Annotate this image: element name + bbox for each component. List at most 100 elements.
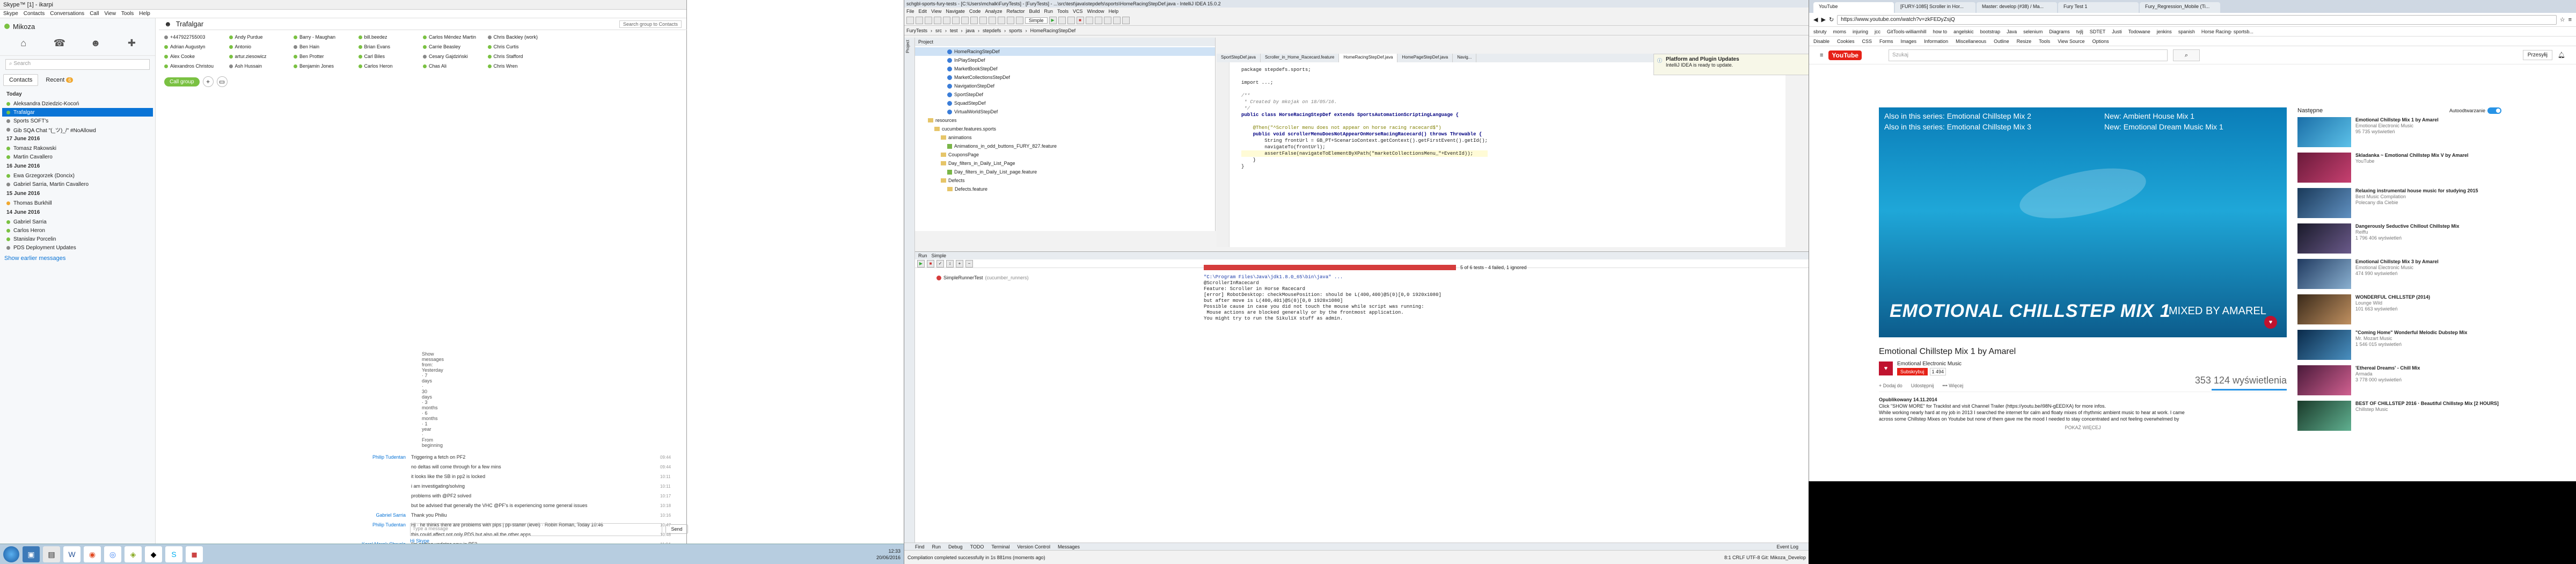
- participant-item[interactable]: Carrie Beasley: [423, 43, 488, 50]
- browser-tab[interactable]: Fury Test 1: [2058, 2, 2139, 13]
- cut-icon[interactable]: [952, 16, 960, 24]
- run-configuration-select[interactable]: Simple: [1025, 17, 1048, 24]
- forward-icon[interactable]: ▶: [1821, 16, 1825, 23]
- tool-window-tab[interactable]: Debug: [948, 544, 963, 549]
- tree-node[interactable]: Day_filters_in_Daily_List_Page: [915, 159, 1215, 168]
- url-bar[interactable]: https://www.youtube.com/watch?v=zkFEDyZs…: [1837, 15, 2557, 25]
- related-video-thumbnail[interactable]: [2297, 153, 2351, 183]
- participant-item[interactable]: Brian Evans: [358, 43, 423, 50]
- video-action-button[interactable]: ••• Więcej: [1942, 383, 1963, 388]
- related-video-title[interactable]: "Coming Home" Wonderful Melodic Dubstep …: [2355, 330, 2467, 336]
- related-video-title[interactable]: Emotional Chillstep Mix 3 by Amarel: [2355, 259, 2439, 265]
- bookmark-item[interactable]: jcc: [1875, 29, 1880, 34]
- call-phone-icon[interactable]: ☎: [52, 38, 67, 53]
- tool-window-tab[interactable]: Run: [932, 544, 941, 549]
- ide-menu-tools[interactable]: Tools: [1057, 9, 1069, 14]
- save-icon[interactable]: [916, 16, 923, 24]
- copy-icon[interactable]: [961, 16, 969, 24]
- related-video-item[interactable]: Emotional Chillstep Mix 3 by Amarel Emoti…: [2297, 259, 2501, 290]
- find-icon[interactable]: [979, 16, 987, 24]
- taskbar-folder-icon[interactable]: ▤: [43, 546, 60, 562]
- participant-item[interactable]: Chris Backley (work): [487, 33, 553, 41]
- bookmark-item[interactable]: spanish: [2178, 29, 2195, 34]
- tree-node[interactable]: VirtualWorldStepDef: [915, 107, 1215, 116]
- update-notification[interactable]: ⓘ Platform and Plugin Updates IntelliJ I…: [1653, 54, 1809, 75]
- participant-item[interactable]: Ash Hussain: [229, 62, 294, 70]
- recent-conversation-item[interactable]: PDS Deployment Updates: [2, 243, 153, 252]
- back-icon[interactable]: [998, 16, 1005, 24]
- participant-item[interactable]: Adrian Augustyn: [164, 43, 229, 50]
- send-button[interactable]: Send: [665, 524, 688, 534]
- system-clock[interactable]: 12:33 20/06/2016: [876, 548, 901, 561]
- endcard-new-2[interactable]: New: Emotional Dream Music Mix 1: [2104, 122, 2223, 131]
- recent-conversation-item[interactable]: Ewa Grzegorzek (Doncix): [2, 171, 153, 180]
- event-log-tab[interactable]: Event Log: [1776, 544, 1798, 549]
- ide-menu-window[interactable]: Window: [1087, 9, 1104, 14]
- bookmark-item[interactable]: tvjlj: [2076, 29, 2083, 34]
- message-input[interactable]: Type a message: [410, 523, 662, 536]
- tree-node[interactable]: Defects: [915, 176, 1215, 185]
- tree-node[interactable]: HomeRacingStepDef: [915, 47, 1215, 56]
- menu-item-contacts[interactable]: Contacts: [24, 11, 45, 17]
- participant-item[interactable]: Cesary Gajdziński: [423, 53, 488, 60]
- autoplay-toggle[interactable]: [2487, 107, 2501, 114]
- taskbar-word-icon[interactable]: W: [63, 546, 80, 562]
- taskbar-intellij-icon[interactable]: ◆: [145, 546, 162, 562]
- related-video-title[interactable]: Skladanka ~ Emotional Chillstep Mix V by…: [2355, 153, 2468, 158]
- bookmark-item[interactable]: how to: [1933, 29, 1948, 34]
- reload-icon[interactable]: ↻: [1829, 16, 1834, 23]
- toggle-passed-icon[interactable]: ✓: [936, 259, 944, 267]
- editor-tab[interactable]: SportStepDef.java: [1217, 54, 1261, 62]
- channel-avatar-icon[interactable]: ♥: [1879, 361, 1893, 375]
- video-player[interactable]: Also in this series: Emotional Chillstep…: [1879, 107, 2287, 337]
- ide-menu-run[interactable]: Run: [1044, 9, 1053, 14]
- video-action-button[interactable]: + Dodaj do: [1879, 383, 1902, 388]
- menu-item-help[interactable]: Help: [139, 11, 150, 17]
- home-icon[interactable]: ⌂: [16, 38, 31, 53]
- participant-item[interactable]: +447922755003: [164, 33, 229, 41]
- editor-tab[interactable]: Scroller_in_Home_Racecard.feature: [1261, 54, 1340, 62]
- bookmark-item[interactable]: Todowane: [2128, 29, 2150, 34]
- related-video-item[interactable]: "Coming Home" Wonderful Melodic Dubstep …: [2297, 330, 2501, 361]
- browser-tab[interactable]: YouTube: [1813, 2, 1894, 13]
- participant-item[interactable]: artur.ziesowicz: [229, 53, 294, 60]
- endcard-series-2[interactable]: Also in this series: Emotional Chillstep…: [1884, 112, 2031, 120]
- related-video-item[interactable]: Dangerously Seductive Chillout Chillstep…: [2297, 223, 2501, 255]
- endcard-series-3[interactable]: Also in this series: Emotional Chillstep…: [1884, 122, 2031, 131]
- menu-item-skype[interactable]: Skype: [3, 11, 18, 17]
- webdev-toolbar-item[interactable]: Outline: [1994, 39, 2009, 44]
- vcs-commit-icon[interactable]: [1094, 16, 1102, 24]
- participant-item[interactable]: Carl Biles: [358, 53, 423, 60]
- ide-menu-file[interactable]: File: [906, 9, 914, 14]
- run-icon[interactable]: ▶: [1049, 16, 1057, 24]
- related-video-thumbnail[interactable]: [2297, 330, 2351, 360]
- related-video-title[interactable]: 'Ethereal Dreams' - Chill Mix: [2355, 365, 2420, 371]
- menu-item-call[interactable]: Call: [90, 11, 99, 17]
- tool-window-tab[interactable]: Find: [915, 544, 925, 549]
- ide-menu-vcs[interactable]: VCS: [1073, 9, 1083, 14]
- webdev-toolbar-item[interactable]: Forms: [1879, 39, 1893, 44]
- tree-node[interactable]: Day_filters_in_Daily_List_page.feature: [915, 168, 1215, 176]
- bookmark-item[interactable]: bootstrap: [1980, 29, 2001, 34]
- undo-icon[interactable]: [934, 16, 941, 24]
- taskbar-chrome-icon[interactable]: ◎: [104, 546, 121, 562]
- participant-item[interactable]: Alexandros Christou: [164, 62, 229, 70]
- breadcrumb-item[interactable]: src: [935, 28, 942, 33]
- breadcrumb-item[interactable]: stepdefs: [983, 28, 1001, 33]
- webdev-toolbar-item[interactable]: View Source: [2058, 39, 2084, 44]
- contacts-group-icon[interactable]: ☻: [88, 38, 103, 53]
- youtube-search-input[interactable]: Szukaj: [1888, 49, 2168, 61]
- ide-menu-code[interactable]: Code: [969, 9, 981, 14]
- participant-item[interactable]: Antonio: [229, 43, 294, 50]
- menu-item-tools[interactable]: Tools: [121, 11, 134, 17]
- bookmark-item[interactable]: jenkins: [2157, 29, 2172, 34]
- participant-item[interactable]: Chris Curtis: [487, 43, 553, 50]
- add-participant-button[interactable]: +: [202, 76, 214, 87]
- related-video-thumbnail[interactable]: [2297, 365, 2351, 395]
- ide-menu-edit[interactable]: Edit: [919, 9, 927, 14]
- search-input[interactable]: ⌕ Search: [5, 59, 150, 70]
- related-video-title[interactable]: Relaxing instrumental house music for st…: [2355, 188, 2478, 194]
- expand-all-icon[interactable]: +: [956, 259, 963, 267]
- related-video-item[interactable]: WONDERFUL CHILLSTEP (2014) Lounge Wild 101…: [2297, 294, 2501, 326]
- bookmark-item[interactable]: sbruty: [1813, 29, 1827, 34]
